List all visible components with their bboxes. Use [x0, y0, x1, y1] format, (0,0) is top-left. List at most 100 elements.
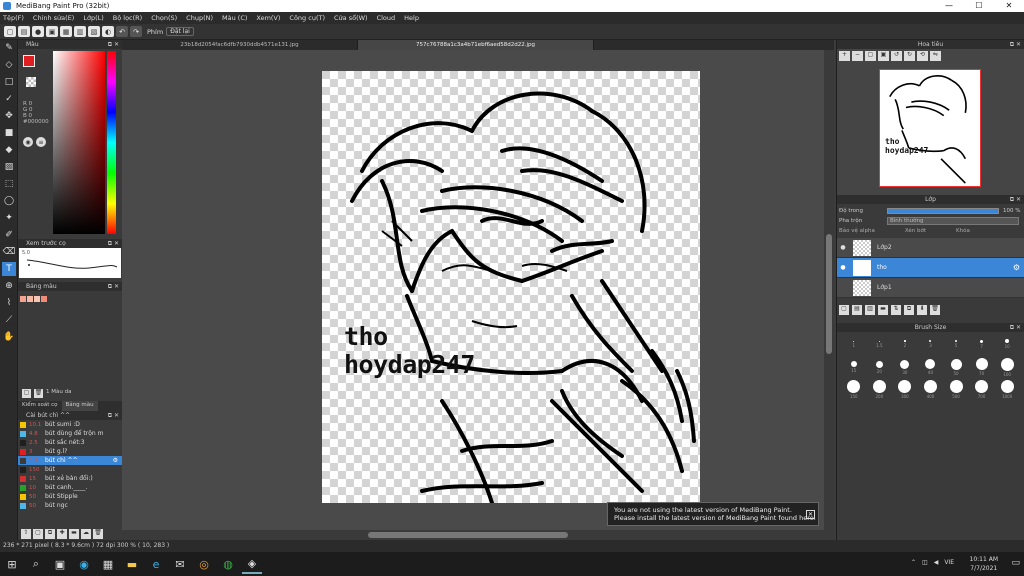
clock[interactable]: 10:11 AM 7/7/2021 [970, 555, 998, 573]
blend-mode-select[interactable]: Bình thường [887, 217, 1019, 225]
menu-snap[interactable]: Chụp(N) [186, 14, 213, 22]
brush-item[interactable]: 2.5 bút sắc nét:3 [18, 438, 122, 447]
chrome-icon[interactable]: ◎ [194, 554, 214, 574]
flip-icon[interactable]: ⇋ [930, 51, 941, 61]
redo-icon[interactable]: ↷ [130, 26, 142, 37]
language-indicator[interactable]: VIE [944, 559, 954, 566]
tab-brush-control[interactable]: Kiểm soát cọ [18, 401, 62, 411]
brush-size-option[interactable]: 1 [843, 340, 865, 348]
reset-rotate-icon[interactable]: ⟲ [917, 51, 928, 61]
notification-close-icon[interactable]: ✕ [806, 510, 815, 519]
brush-size-option[interactable]: 3 [919, 340, 941, 348]
lasso-tool-icon[interactable]: ◯ [2, 194, 16, 208]
layer-row[interactable]: ● Lớp2 [837, 238, 1024, 258]
panel-close-icon[interactable]: ⧉ ✕ [108, 40, 119, 49]
horizontal-scrollbar[interactable] [122, 530, 834, 540]
brush-size-option[interactable]: 15 [843, 361, 865, 373]
visibility-icon[interactable]: ● [837, 264, 849, 271]
vertical-scrollbar[interactable] [824, 50, 834, 530]
brush-size-option[interactable]: 20 [868, 360, 890, 374]
palette-swatch[interactable] [41, 296, 47, 302]
layer-delete-icon[interactable]: 🗑 [930, 305, 940, 315]
chat-icon[interactable]: ● [32, 26, 44, 37]
brush-item[interactable]: 50 bút Stipple [18, 492, 122, 501]
task-view-icon[interactable]: ▣ [50, 554, 70, 574]
brush-size-option[interactable]: 100 [996, 357, 1018, 377]
menu-select[interactable]: Chọn(S) [151, 14, 177, 22]
file-explorer-icon[interactable]: ▬ [122, 554, 142, 574]
brush-item[interactable]: 3 bút g.l? [18, 447, 122, 456]
minimize-button[interactable]: — [934, 0, 964, 12]
pen-tool-icon[interactable]: ✎ [2, 41, 16, 55]
brush-copy-icon[interactable]: ⧉ [45, 529, 55, 539]
panel-close-icon[interactable]: ⧉ ✕ [108, 411, 119, 420]
brush-size-option[interactable]: 50 [945, 358, 967, 376]
brush-size-option[interactable]: 200 [868, 379, 890, 399]
delete-palette-icon[interactable]: 🗑 [34, 389, 43, 398]
visibility-icon[interactable]: ● [837, 244, 849, 251]
brush-folder-icon[interactable]: ▬ [69, 529, 79, 539]
rotate-left-icon[interactable]: ↺ [891, 51, 902, 61]
menu-window[interactable]: Cửa sổ(W) [334, 14, 368, 22]
panel-close-icon[interactable]: ⧉ ✕ [108, 239, 119, 248]
rect-tool-icon[interactable]: □ [2, 75, 16, 89]
operation-tool-icon[interactable]: ⊕ [2, 279, 16, 293]
lock-checkbox[interactable]: Khóa [956, 228, 970, 234]
menu-file[interactable]: Tệp(F) [3, 14, 24, 22]
layer-copy-icon[interactable]: ⧉ [904, 305, 914, 315]
brush-size-option[interactable]: 40 [919, 359, 941, 375]
move-tool-icon[interactable]: ✥ [2, 109, 16, 123]
brush-item-selected[interactable]: 0.9 bút chì ^^ ⚙ [18, 456, 122, 465]
rotate-icon[interactable]: ◐ [102, 26, 114, 37]
save-icon[interactable]: ▣ [46, 26, 58, 37]
document-tab-active[interactable]: 757c76788a1c3a4b71ebf6aed58d2d22.jpg [358, 40, 594, 50]
gear-icon[interactable]: ⚙ [1013, 263, 1020, 272]
palette-swatch[interactable] [27, 296, 33, 302]
open-file-icon[interactable]: ▤ [18, 26, 30, 37]
notifications-icon[interactable]: ▭ [1011, 558, 1020, 568]
select-pen-icon[interactable]: ✐ [2, 228, 16, 242]
brush-size-option[interactable]: 70 [971, 358, 993, 376]
grid-icon[interactable]: ▦ [60, 26, 72, 37]
brush-add-icon[interactable]: ✚ [57, 529, 67, 539]
brush-size-option[interactable]: 150 [843, 379, 865, 399]
reset-button[interactable]: Đặt lại [166, 27, 194, 36]
document-tab[interactable]: 23b18d2054fac6dfb7930ddb4571e131.jpg [122, 40, 358, 50]
bucket-tool-icon[interactable]: ◆ [2, 143, 16, 157]
new-palette-icon[interactable]: ▢ [22, 389, 31, 398]
hue-slider[interactable] [107, 51, 116, 234]
brush-item[interactable]: 10 bút canh.____. [18, 483, 122, 492]
brush-new-icon[interactable]: ▢ [33, 529, 43, 539]
panel-icon[interactable]: ▥ [74, 26, 86, 37]
zoom-out-icon[interactable]: − [852, 51, 863, 61]
volume-icon[interactable]: ◀ [934, 559, 939, 566]
windows-start-icon[interactable]: ⊞ [2, 554, 22, 574]
select-tool-icon[interactable]: ⬚ [2, 177, 16, 191]
search-icon[interactable]: ⌕ [26, 554, 46, 574]
text-tool-icon[interactable]: T [2, 262, 16, 276]
layer-row-selected[interactable]: ● tho ⚙ [837, 258, 1024, 278]
menu-view[interactable]: Xem(V) [256, 14, 280, 22]
menu-tools[interactable]: Công cụ(T) [289, 14, 325, 22]
canvas-area[interactable]: tho hoydap247 [122, 50, 824, 530]
tab-palette[interactable]: Bảng màu [61, 401, 98, 411]
actual-size-icon[interactable]: ▣ [878, 51, 889, 61]
layer-merge-icon[interactable]: ⬇ [917, 305, 927, 315]
new-halftone-layer-icon[interactable]: ▤ [852, 305, 862, 315]
protect-alpha-checkbox[interactable]: Bảo vệ alpha [839, 228, 875, 234]
hand-tool-icon[interactable]: ✋ [2, 330, 16, 344]
close-button[interactable]: ✕ [994, 0, 1024, 12]
update-notification[interactable]: You are not using the latest version of … [607, 502, 819, 526]
layer-folder-icon[interactable]: ▬ [878, 305, 888, 315]
medibang-taskbar-icon[interactable]: ◈ [242, 554, 262, 574]
zoom-in-icon[interactable]: + [839, 51, 850, 61]
palette-swatch[interactable] [20, 296, 26, 302]
rotate-right-icon[interactable]: ↻ [904, 51, 915, 61]
panel-close-icon[interactable]: ⧉ ✕ [1010, 195, 1021, 204]
network-icon[interactable]: ◫ [922, 559, 928, 566]
app-icon-green[interactable]: ◍ [218, 554, 238, 574]
brush-size-option[interactable]: 300 [894, 379, 916, 399]
menu-filter[interactable]: Bộ lọc(R) [113, 14, 142, 22]
edge-browser-icon[interactable]: ◉ [74, 554, 94, 574]
clipping-checkbox[interactable]: Xén bớt [905, 228, 926, 234]
